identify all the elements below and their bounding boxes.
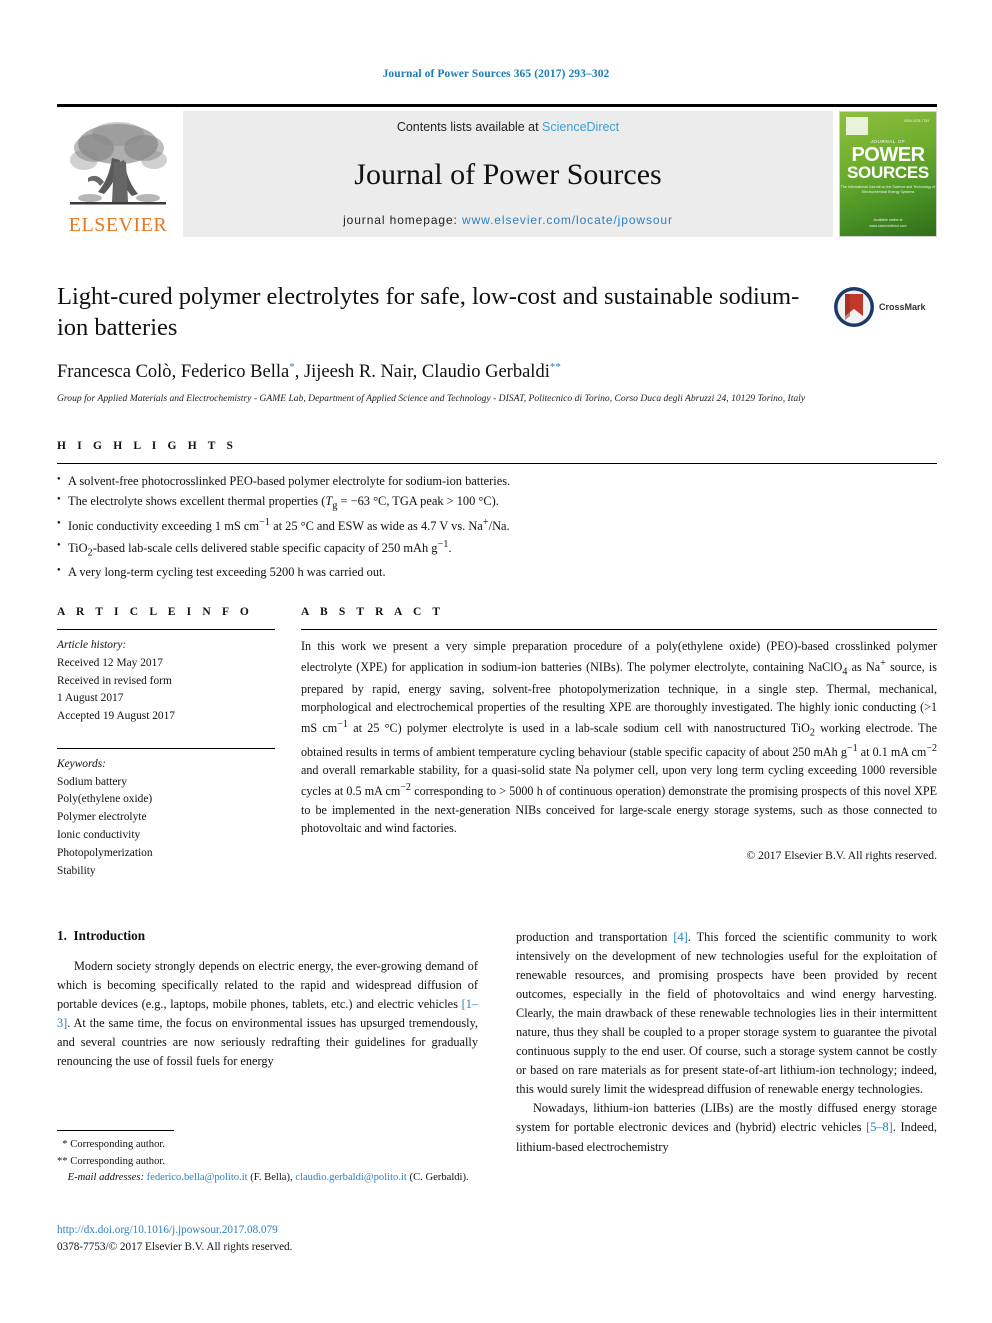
cover-footer: Available online at www.sciencedirect.com (869, 218, 907, 228)
author-marker: ** (549, 360, 561, 373)
author-marker: * (289, 360, 295, 373)
article-history-line: 1 August 2017 (57, 692, 124, 705)
intro-paragraph-1: Modern society strongly depends on elect… (57, 959, 478, 1069)
homepage-prefix: journal homepage: (343, 213, 463, 227)
abstract-copyright: © 2017 Elsevier B.V. All rights reserved… (746, 848, 937, 862)
journal-masthead: ELSEVIER Contents lists available at Sci… (57, 104, 937, 237)
doi-link[interactable]: http://dx.doi.org/10.1016/j.jpowsour.201… (57, 1222, 497, 1239)
keywords-lines: Sodium battery Poly(ethylene oxide) Polyme… (57, 774, 275, 881)
journal-homepage-line: journal homepage: www.elsevier.com/locat… (343, 213, 673, 227)
citation-5-8[interactable]: [5–8] (866, 1120, 893, 1134)
footnote-emails: E-mail addresses: federico.bella@polito.… (57, 1170, 478, 1187)
article-history-line: Received 12 May 2017 (57, 656, 163, 669)
elsevier-wordmark: ELSEVIER (68, 214, 168, 236)
email-link-gerbaldi[interactable]: claudio.gerbaldi@polito.it (295, 1172, 407, 1183)
email-link-bella[interactable]: federico.bella@polito.it (147, 1172, 248, 1183)
abstract-heading: A B S T R A C T (301, 606, 445, 618)
highlights-divider (57, 463, 937, 464)
keyword-item: Photopolymerization (57, 846, 153, 859)
article-title: Light-cured polymer electrolytes for saf… (57, 283, 800, 341)
highlights-list: A solvent-free photocrosslinked PEO-base… (57, 471, 937, 582)
crossmark-badge[interactable]: CrossMark (833, 284, 937, 330)
abstract-column: A B S T R A C T In this work we present … (301, 606, 937, 880)
body-column-left: 1. Introduction Modern society strongly … (57, 928, 478, 1157)
highlight-item: A very long-term cycling test exceeding … (57, 562, 937, 582)
intro-paragraph-1-cont: production and transportation [4]. This … (516, 930, 937, 1097)
author-name: Francesca Colò (57, 361, 172, 382)
keywords-divider (57, 747, 275, 749)
keyword-item: Poly(ethylene oxide) (57, 793, 153, 806)
journal-title: Journal of Power Sources (354, 157, 662, 191)
abstract-text: In this work we present a very simple pr… (301, 639, 938, 836)
introduction-heading: 1. Introduction (57, 928, 478, 944)
title-block: Light-cured polymer electrolytes for saf… (57, 282, 937, 406)
crossmark-icon (834, 287, 874, 327)
article-history-label: Article history: (57, 639, 127, 651)
journal-band: Contents lists available at ScienceDirec… (183, 111, 833, 237)
cover-subtitle: The International Journal on the Science… (840, 185, 936, 195)
article-history-lines: Received 12 May 2017 Received in revised … (57, 655, 275, 726)
article-info-heading: A R T I C L E I N F O (57, 606, 253, 618)
author-list: Francesca Colò, Federico Bella*, Jijeesh… (57, 360, 561, 382)
footnote-corresponding-1-text: Corresponding author. (70, 1139, 165, 1150)
info-abstract-row: A R T I C L E I N F O Article history: R… (57, 606, 937, 880)
footnote-corresponding-2: ** Corresponding author. (57, 1155, 165, 1167)
body-column-right: production and transportation [4]. This … (516, 928, 937, 1157)
footnote-divider (57, 1130, 174, 1131)
article-history-group: Article history: Received 12 May 2017 Rec… (57, 637, 275, 726)
author-name: Jijeesh R. Nair (303, 361, 413, 382)
highlight-item: The electrolyte shows excellent thermal … (57, 491, 937, 515)
affiliation: Group for Applied Materials and Electroc… (57, 392, 806, 404)
article-history-line: Received in revised form (57, 674, 172, 687)
body-columns: 1. Introduction Modern society strongly … (57, 928, 937, 1157)
keyword-item: Stability (57, 864, 96, 877)
cover-publisher-mark (846, 117, 868, 135)
author-name: Federico Bella (180, 361, 290, 382)
journal-article-page: Journal of Power Sources 365 (2017) 293–… (0, 0, 992, 1323)
abstract-divider (301, 629, 937, 630)
highlights-section: H I G H L I G H T S A solvent-free photo… (57, 440, 937, 582)
highlight-item: Ionic conductivity exceeding 1 mS cm−1 a… (57, 515, 937, 536)
article-info-divider (57, 629, 275, 630)
article-history-line: Accepted 19 August 2017 (57, 710, 175, 723)
citation-1-3[interactable]: [1–3] (57, 997, 478, 1030)
footnotes-block: * Corresponding author. ** Corresponding… (57, 1130, 478, 1187)
footnote-corresponding-1: * Corresponding author. (57, 1139, 165, 1150)
contents-prefix: Contents lists available at (396, 120, 543, 134)
cover-title-line2: SOURCES (847, 163, 929, 182)
introduction-number: 1. (57, 928, 67, 943)
keyword-item: Sodium battery (57, 775, 127, 788)
footnote-corresponding-2-text: Corresponding author. (70, 1155, 165, 1167)
email-owner-gerbaldi: (C. Gerbaldi). (409, 1172, 469, 1184)
contents-lists-line: Contents lists available at ScienceDirec… (397, 120, 619, 134)
author-name: Claudio Gerbaldi (421, 361, 550, 382)
email-owner-bella: (F. Bella), (250, 1172, 293, 1184)
running-head: Journal of Power Sources 365 (2017) 293–… (382, 68, 610, 80)
issn-copyright-line: 0378-7753/© 2017 Elsevier B.V. All right… (57, 1241, 293, 1254)
homepage-url-link[interactable]: www.elsevier.com/locate/jpowsour (462, 213, 673, 227)
introduction-title: Introduction (73, 928, 146, 943)
keywords-label: Keywords: (57, 757, 106, 770)
intro-paragraph-2: Nowadays, lithium-ion batteries (LIBs) a… (516, 1101, 937, 1154)
elsevier-logo: ELSEVIER (57, 111, 179, 237)
sciencedirect-link[interactable]: ScienceDirect (542, 120, 619, 134)
citation-4[interactable]: [4] (673, 930, 687, 944)
keyword-item: Ionic conductivity (57, 829, 141, 842)
cover-title-line1: POWER (851, 144, 925, 166)
cover-issn: ISSN 0378-7753 (903, 119, 929, 123)
highlight-item: TiO2-based lab-scale cells delivered sta… (57, 537, 937, 562)
keywords-group: Keywords: Sodium battery Poly(ethylene ox… (57, 756, 275, 880)
keyword-item: Polymer electrolyte (57, 811, 147, 824)
journal-cover-thumbnail: ISSN 0378-7753 JOURNAL OF POWER SOURCES … (839, 111, 937, 237)
email-addresses-label: E-mail addresses: (67, 1172, 144, 1184)
highlights-heading: H I G H L I G H T S (57, 440, 238, 452)
crossmark-label: CrossMark (879, 302, 926, 312)
article-info-column: A R T I C L E I N F O Article history: R… (57, 606, 275, 880)
doi-block: http://dx.doi.org/10.1016/j.jpowsour.201… (57, 1222, 497, 1256)
elsevier-tree-icon (70, 122, 167, 205)
highlight-item: A solvent-free photocrosslinked PEO-base… (57, 471, 937, 491)
